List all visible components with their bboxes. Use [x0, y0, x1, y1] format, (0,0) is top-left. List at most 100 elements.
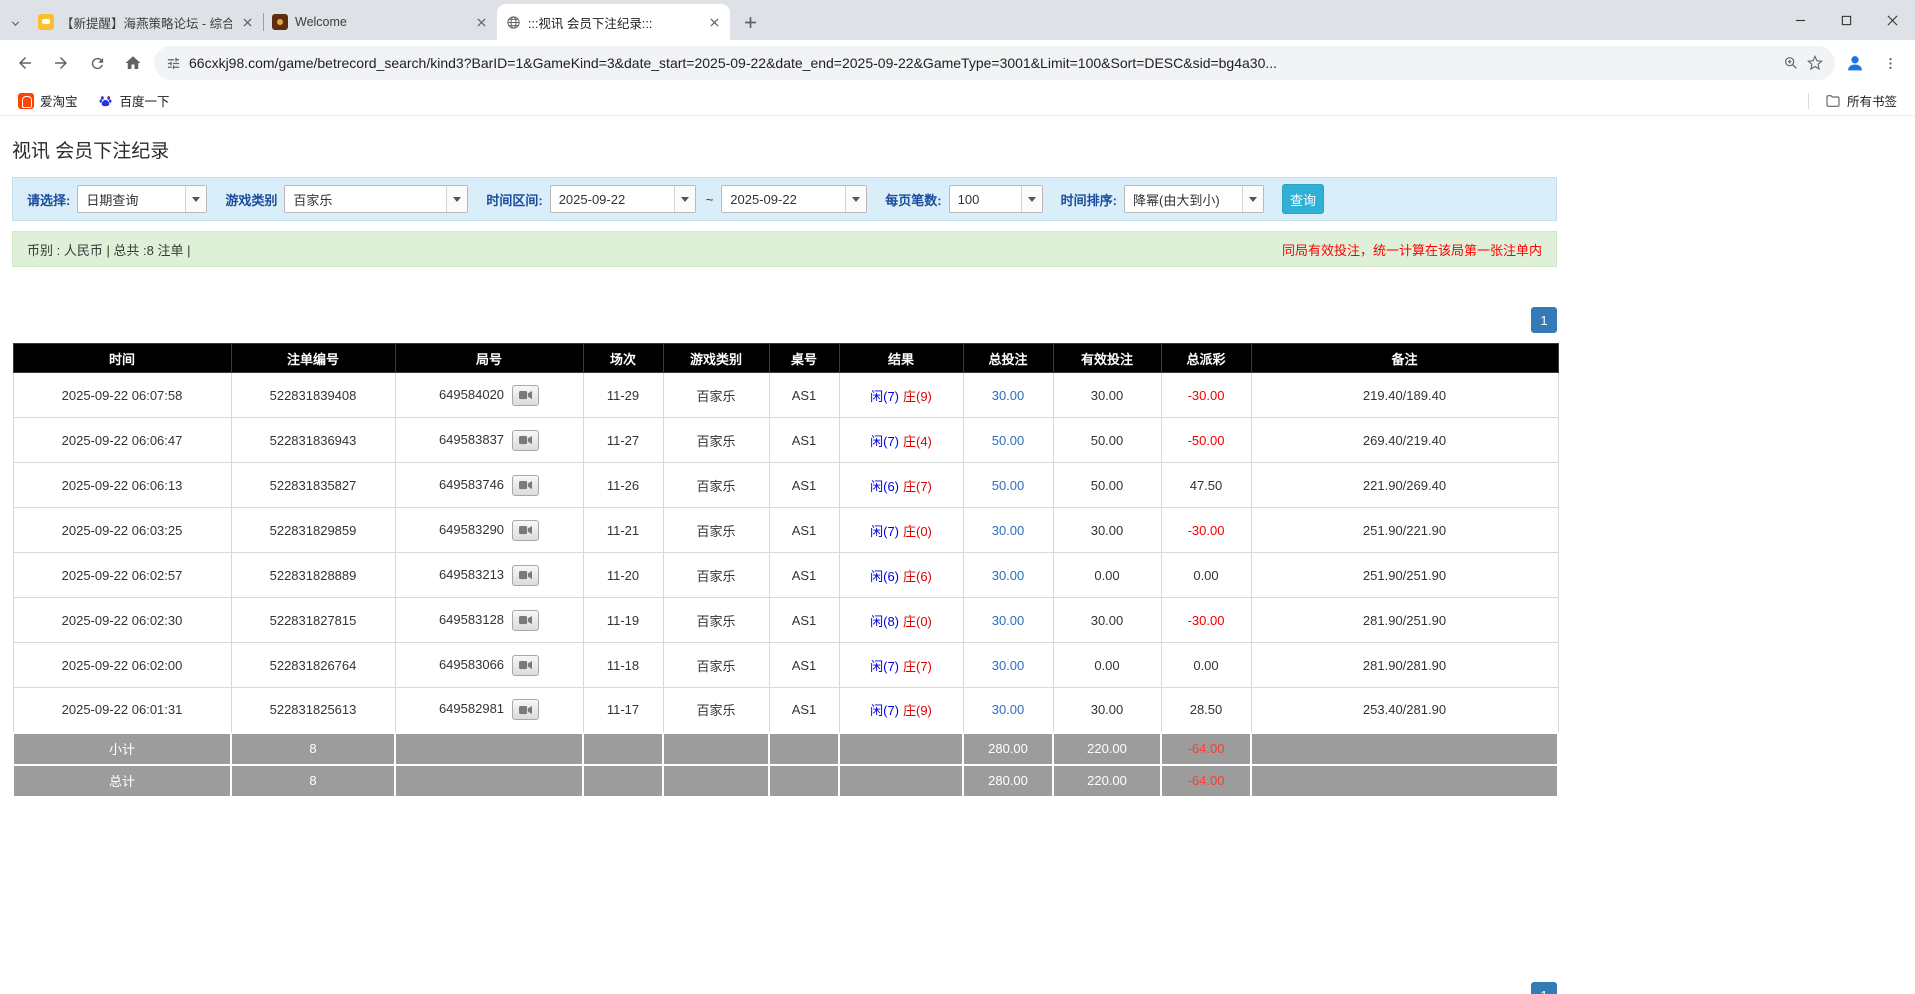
- replay-video-button[interactable]: [512, 385, 539, 406]
- zoom-icon[interactable]: [1783, 55, 1799, 71]
- result-banker: 庄(4): [903, 434, 932, 449]
- bookmarks-divider: [1808, 93, 1809, 109]
- replay-video-button[interactable]: [512, 610, 539, 631]
- cell-valid-bet: 0.00: [1053, 553, 1161, 598]
- cell-empty: [1251, 733, 1558, 765]
- cell-bet-id: 522831829859: [231, 508, 395, 553]
- date-separator: ~: [706, 192, 714, 207]
- browser-tab-betrecord[interactable]: :::视讯 会员下注纪录:::: [497, 4, 730, 40]
- cell-session: 11-26: [583, 463, 663, 508]
- browser-tab-forum[interactable]: 【新提醒】海燕策略论坛 - 综合: [30, 4, 263, 40]
- date-end-select[interactable]: 2025-09-22: [721, 185, 867, 213]
- cell-total-bet-link[interactable]: 30.00: [963, 598, 1053, 643]
- all-bookmarks-button[interactable]: 所有书签: [1817, 88, 1905, 113]
- result-player: 闲(7): [870, 703, 899, 718]
- cell-total-bet-link[interactable]: 30.00: [963, 553, 1053, 598]
- folder-icon: [1825, 93, 1841, 109]
- replay-video-button[interactable]: [512, 475, 539, 496]
- pagination-page-1-button[interactable]: 1: [1531, 982, 1557, 994]
- col-header-payout: 总派彩: [1161, 344, 1251, 373]
- cell-session: 11-29: [583, 373, 663, 418]
- cell-total-bet-link[interactable]: 50.00: [963, 418, 1053, 463]
- table-row: 2025-09-22 06:03:25 522831829859 6495832…: [13, 508, 1558, 553]
- table-header-row: 时间 注单编号 局号 场次 游戏类别 桌号 结果 总投注 有效投注 总派彩 备注: [13, 344, 1558, 373]
- maximize-button[interactable]: [1823, 0, 1869, 40]
- tab-close-icon[interactable]: [473, 14, 489, 30]
- browser-menu-icon[interactable]: [1875, 48, 1905, 78]
- per-page-select[interactable]: 100: [949, 185, 1043, 213]
- result-player: 闲(6): [870, 569, 899, 584]
- cell-payout: 28.50: [1161, 688, 1251, 733]
- chevron-down-icon[interactable]: [1021, 186, 1042, 212]
- replay-video-button[interactable]: [512, 565, 539, 586]
- query-type-select[interactable]: 日期查询: [77, 185, 207, 213]
- chevron-down-icon[interactable]: [446, 186, 467, 212]
- replay-video-button[interactable]: [512, 655, 539, 676]
- cell-table-no: AS1: [769, 688, 839, 733]
- cell-session: 11-20: [583, 553, 663, 598]
- profile-avatar[interactable]: [1841, 49, 1869, 77]
- tab-list-chevron-icon[interactable]: [0, 6, 30, 40]
- address-bar[interactable]: 66cxkj98.com/game/betrecord_search/kind3…: [154, 46, 1835, 80]
- cell-result: 闲(7)庄(0): [839, 508, 963, 553]
- game-type-select[interactable]: 百家乐: [284, 185, 468, 213]
- per-page-label: 每页笔数:: [885, 190, 941, 209]
- cell-table-no: AS1: [769, 418, 839, 463]
- cell-round-id: 649584020: [395, 373, 583, 418]
- site-info-icon[interactable]: [166, 56, 181, 71]
- chevron-down-icon[interactable]: [845, 186, 866, 212]
- bookmark-star-icon[interactable]: [1807, 55, 1823, 71]
- sort-select[interactable]: 降幂(由大到小): [1124, 185, 1264, 213]
- search-button[interactable]: 查询: [1282, 184, 1324, 214]
- tab-close-icon[interactable]: [239, 14, 255, 30]
- home-button[interactable]: [118, 48, 148, 78]
- tab-close-icon[interactable]: [706, 14, 722, 30]
- chevron-down-icon[interactable]: [185, 186, 206, 212]
- replay-video-button[interactable]: [512, 699, 539, 720]
- round-id-text: 649583837: [439, 431, 504, 446]
- cell-result: 闲(7)庄(9): [839, 373, 963, 418]
- date-start-select[interactable]: 2025-09-22: [550, 185, 696, 213]
- subtotal-total-bet: 280.00: [963, 733, 1053, 765]
- round-id-text: 649583290: [439, 521, 504, 536]
- forward-button[interactable]: [46, 48, 76, 78]
- cell-total-bet-link[interactable]: 30.00: [963, 508, 1053, 553]
- refresh-button[interactable]: [82, 48, 112, 78]
- browser-tab-welcome[interactable]: Welcome: [264, 4, 497, 40]
- cell-bet-id: 522831836943: [231, 418, 395, 463]
- cell-note: 251.90/251.90: [1251, 553, 1558, 598]
- cell-total-bet-link[interactable]: 30.00: [963, 688, 1053, 733]
- cell-result: 闲(7) 庄(4): [839, 418, 963, 463]
- cell-game-type: 百家乐: [663, 463, 769, 508]
- subtotal-payout: -64.00: [1161, 733, 1251, 765]
- cell-result: 闲(7)庄(9): [839, 688, 963, 733]
- chevron-down-icon[interactable]: [674, 186, 695, 212]
- cell-empty: [583, 765, 663, 797]
- cell-valid-bet: 30.00: [1053, 598, 1161, 643]
- chevron-down-icon[interactable]: [1242, 186, 1263, 212]
- cell-bet-id: 522831827815: [231, 598, 395, 643]
- cell-table-no: AS1: [769, 598, 839, 643]
- new-tab-button[interactable]: [736, 8, 764, 36]
- date-end-value: 2025-09-22: [722, 186, 845, 212]
- replay-video-button[interactable]: [512, 520, 539, 541]
- result-banker: 庄(7): [903, 479, 932, 494]
- total-label: 总计: [13, 765, 231, 797]
- replay-video-button[interactable]: [512, 430, 539, 451]
- col-header-game-type: 游戏类别: [663, 344, 769, 373]
- bookmark-baidu[interactable]: 百度一下: [90, 88, 178, 113]
- cell-total-bet-link[interactable]: 30.00: [963, 373, 1053, 418]
- close-button[interactable]: [1869, 0, 1915, 40]
- game-type-value: 百家乐: [285, 186, 446, 212]
- cell-total-bet-link[interactable]: 50.00: [963, 463, 1053, 508]
- bookmark-taobao[interactable]: 爱淘宝: [10, 88, 86, 113]
- result-player: 闲(7): [870, 434, 899, 449]
- cell-total-bet-link[interactable]: 30.00: [963, 643, 1053, 688]
- minimize-button[interactable]: [1777, 0, 1823, 40]
- round-id-text: 649583128: [439, 611, 504, 626]
- url-text[interactable]: 66cxkj98.com/game/betrecord_search/kind3…: [189, 55, 1775, 71]
- cell-empty: [769, 733, 839, 765]
- back-button[interactable]: [10, 48, 40, 78]
- cell-bet-id: 522831825613: [231, 688, 395, 733]
- pagination-page-1-button[interactable]: 1: [1531, 307, 1557, 333]
